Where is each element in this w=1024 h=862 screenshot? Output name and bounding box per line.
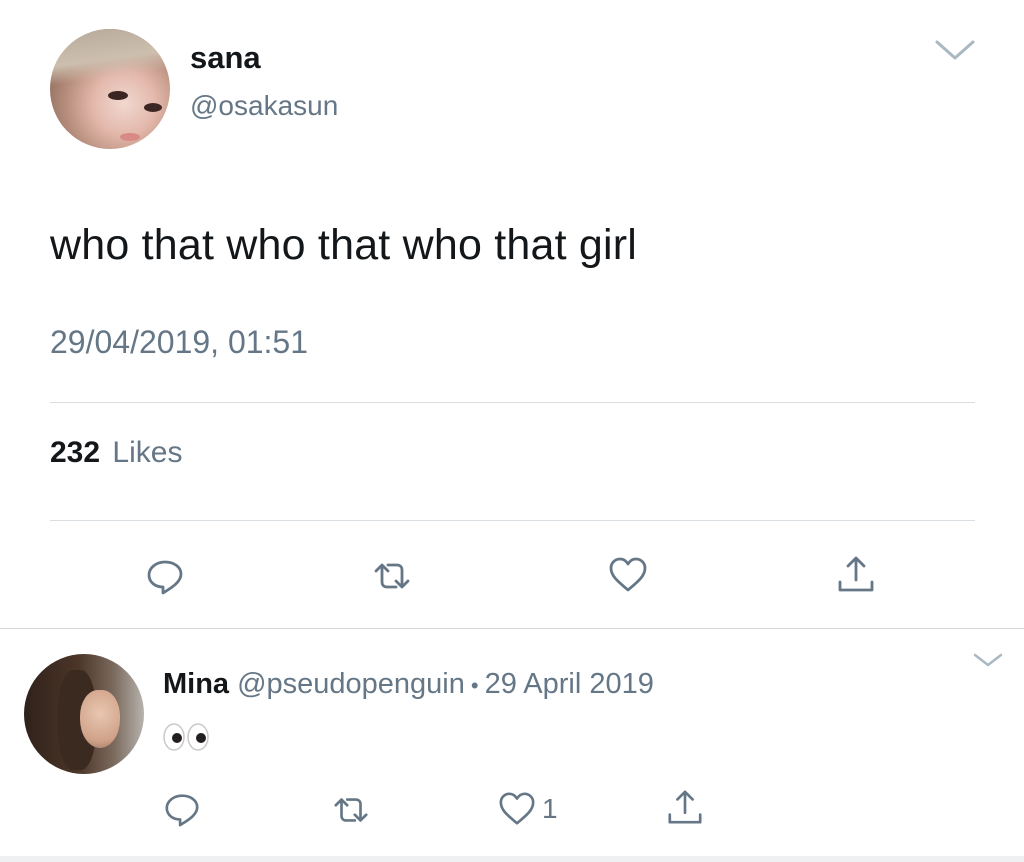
reply-display-name[interactable]: Mina: [163, 668, 229, 700]
divider: [50, 402, 975, 403]
likes-label: Likes: [112, 436, 183, 469]
likes-count: 232: [50, 436, 101, 469]
author-handle[interactable]: @osakasun: [190, 89, 338, 123]
reply-header: Mina @pseudopenguin • 29 April 2019: [163, 666, 654, 704]
likes-stat[interactable]: 232 Likes: [50, 434, 182, 472]
avatar[interactable]: [24, 654, 144, 774]
author-display-name[interactable]: sana: [190, 40, 261, 76]
bottom-edge: [0, 856, 1024, 862]
share-icon[interactable]: [836, 554, 876, 594]
chevron-down-icon[interactable]: [972, 652, 1004, 668]
tweet-detail-page: sana @osakasun who that who that who tha…: [0, 0, 1024, 862]
reply-like-count: 1: [542, 793, 558, 824]
chevron-down-icon[interactable]: [934, 38, 976, 62]
tweet-timestamp: 29/04/2019, 01:51: [50, 324, 309, 360]
divider: [50, 520, 975, 521]
section-divider: [0, 628, 1024, 629]
tweet-text: who that who that who that girl: [50, 221, 638, 269]
reply-date[interactable]: 29 April 2019: [485, 668, 654, 700]
share-icon[interactable]: [666, 788, 704, 826]
heart-icon[interactable]: [498, 790, 536, 828]
reply-icon[interactable]: [145, 556, 185, 596]
reply-handle[interactable]: @pseudopenguin: [237, 668, 465, 700]
retweet-icon[interactable]: [332, 791, 370, 829]
heart-icon[interactable]: [608, 555, 648, 595]
separator-dot: •: [470, 673, 479, 698]
avatar[interactable]: [50, 29, 170, 149]
reply-icon[interactable]: [163, 790, 201, 828]
retweet-icon[interactable]: [372, 556, 412, 596]
eyes-emoji-icon: [163, 723, 209, 751]
